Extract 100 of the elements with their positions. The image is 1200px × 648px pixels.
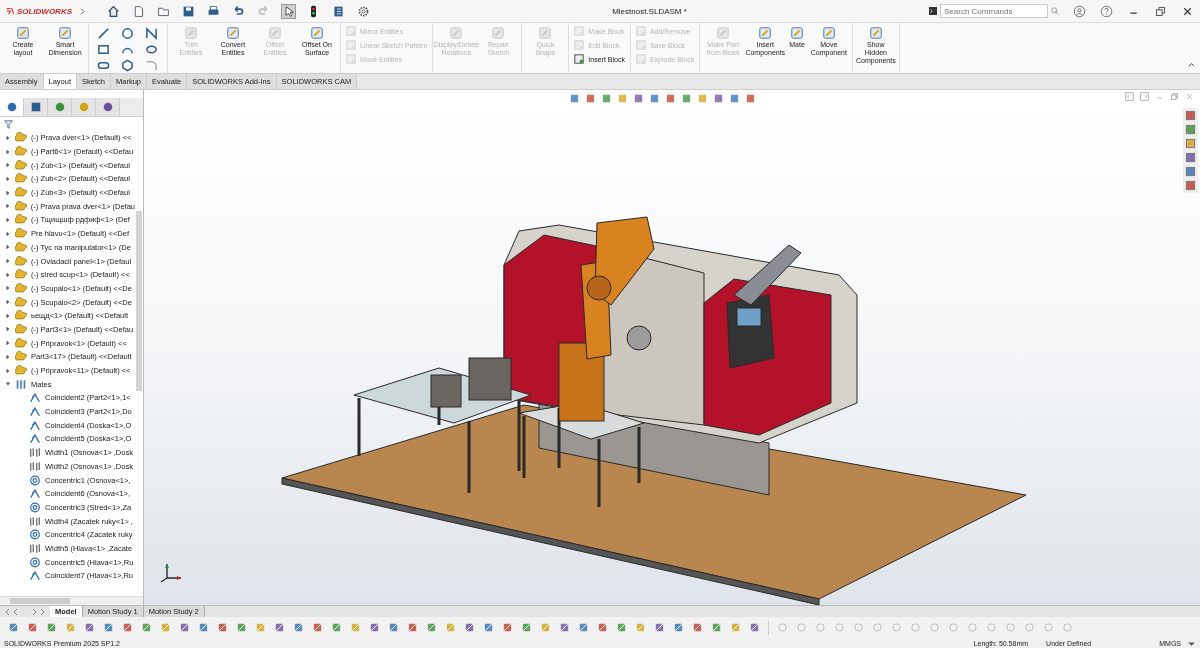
tile-left-icon[interactable] (1125, 92, 1134, 101)
toolbar-icon[interactable] (749, 622, 760, 633)
save-icon[interactable] (182, 4, 195, 18)
toolbar-icon[interactable] (388, 622, 399, 633)
view-tool-icon[interactable] (745, 93, 756, 104)
toolbar-icon[interactable] (616, 622, 627, 633)
expand-arrow-icon[interactable] (5, 134, 11, 141)
search-field[interactable]: Search Commands (940, 4, 1048, 18)
toolbar-icon[interactable] (559, 622, 570, 633)
restore-icon[interactable] (1154, 4, 1167, 18)
toolbar-icon[interactable] (217, 622, 228, 633)
horizontal-scrollbar[interactable] (0, 596, 143, 605)
configuration-tab[interactable] (48, 98, 72, 116)
view-tool-icon[interactable] (601, 93, 612, 104)
filter-icon[interactable] (4, 119, 13, 129)
rectangle-tool-icon[interactable] (97, 43, 110, 56)
expand-arrow-icon[interactable] (5, 162, 11, 169)
view-tool-icon[interactable] (681, 93, 692, 104)
view-tool-icon[interactable] (697, 93, 708, 104)
search-icon[interactable] (1051, 7, 1059, 15)
toolbar-icon[interactable] (711, 622, 722, 633)
chevron-right-icon[interactable] (78, 6, 87, 16)
task-pane-icon[interactable] (1185, 138, 1196, 149)
undo-icon[interactable] (232, 4, 245, 18)
home-icon[interactable] (107, 4, 120, 18)
expand-arrow-icon[interactable] (5, 148, 11, 155)
toolbar-icon[interactable] (673, 622, 684, 633)
tab-scroll-arrows-icon[interactable] (5, 607, 45, 616)
toolbar-icon[interactable] (274, 622, 285, 633)
slot-tool-icon[interactable] (97, 59, 110, 72)
spline-tool-icon[interactable] (145, 27, 158, 40)
toolbar-icon[interactable] (236, 622, 247, 633)
view-tool-icon[interactable] (665, 93, 676, 104)
toolbar-icon[interactable] (27, 622, 38, 633)
view-tool-icon[interactable] (585, 93, 596, 104)
expand-arrow-icon[interactable] (5, 189, 11, 196)
property-tab[interactable] (24, 98, 48, 116)
toolbar-icon[interactable] (46, 622, 57, 633)
toolbar-icon[interactable] (540, 622, 551, 633)
tile-right-icon[interactable] (1140, 92, 1149, 101)
task-pane-icon[interactable] (1185, 152, 1196, 163)
print-icon[interactable] (207, 4, 220, 18)
toolbar-icon[interactable] (483, 622, 494, 633)
toolbar-icon[interactable] (65, 622, 76, 633)
toolbar-icon[interactable] (521, 622, 532, 633)
polygon-tool-icon[interactable] (121, 59, 134, 72)
expand-arrow-icon[interactable] (5, 175, 11, 182)
select-arrow-icon[interactable] (282, 4, 295, 18)
expand-arrow-icon[interactable] (5, 285, 11, 292)
toolbar-icon[interactable] (464, 622, 475, 633)
toolbar-icon[interactable] (255, 622, 266, 633)
expand-arrow-icon[interactable] (5, 381, 11, 388)
help-icon[interactable] (1100, 4, 1113, 18)
expand-arrow-icon[interactable] (5, 203, 11, 210)
task-pane-icon[interactable] (1185, 124, 1196, 135)
toolbar-icon[interactable] (84, 622, 95, 633)
expand-arrow-icon[interactable] (5, 340, 11, 347)
properties-icon[interactable] (332, 4, 345, 18)
toolbar-icon[interactable] (730, 622, 741, 633)
view-tool-icon[interactable] (617, 93, 628, 104)
collapse-ribbon-icon[interactable] (1187, 60, 1196, 69)
toolbar-icon[interactable] (122, 622, 133, 633)
toolbar-icon[interactable] (312, 622, 323, 633)
toolbar-icon[interactable] (578, 622, 589, 633)
toolbar-icon[interactable] (692, 622, 703, 633)
toolbar-icon[interactable] (198, 622, 209, 633)
toolbar-icon[interactable] (407, 622, 418, 633)
task-pane-icon[interactable] (1185, 166, 1196, 177)
toolbar-icon[interactable] (331, 622, 342, 633)
toolbar-icon[interactable] (597, 622, 608, 633)
toolbar-icon[interactable] (141, 622, 152, 633)
vertical-scrollbar[interactable] (136, 211, 142, 391)
toolbar-icon[interactable] (8, 622, 19, 633)
toolbar-icon[interactable] (502, 622, 513, 633)
expand-arrow-icon[interactable] (5, 299, 11, 306)
settings-icon[interactable] (357, 4, 370, 18)
new-document-icon[interactable] (132, 4, 145, 18)
expand-arrow-icon[interactable] (5, 258, 11, 265)
feature-tree-tab[interactable] (0, 98, 24, 116)
expand-arrow-icon[interactable] (5, 244, 11, 251)
expand-arrow-icon[interactable] (5, 353, 11, 360)
view-tool-icon[interactable] (569, 93, 580, 104)
task-pane-icon[interactable] (1185, 180, 1196, 191)
view-tool-icon[interactable] (729, 93, 740, 104)
task-pane-icon[interactable] (1185, 110, 1196, 121)
display-tab[interactable] (96, 98, 120, 116)
expand-arrow-icon[interactable] (5, 230, 11, 237)
toolbar-icon[interactable] (103, 622, 114, 633)
expand-arrow-icon[interactable] (5, 216, 11, 223)
circle-tool-icon[interactable] (121, 27, 134, 40)
toolbar-icon[interactable] (445, 622, 456, 633)
toolbar-icon[interactable] (350, 622, 361, 633)
line-tool-icon[interactable] (97, 27, 110, 40)
view-tool-icon[interactable] (649, 93, 660, 104)
toolbar-icon[interactable] (293, 622, 304, 633)
expand-arrow-icon[interactable] (5, 326, 11, 333)
account-icon[interactable] (1073, 4, 1086, 18)
toolbar-icon[interactable] (654, 622, 665, 633)
toolbar-icon[interactable] (635, 622, 646, 633)
toolbar-icon[interactable] (426, 622, 437, 633)
